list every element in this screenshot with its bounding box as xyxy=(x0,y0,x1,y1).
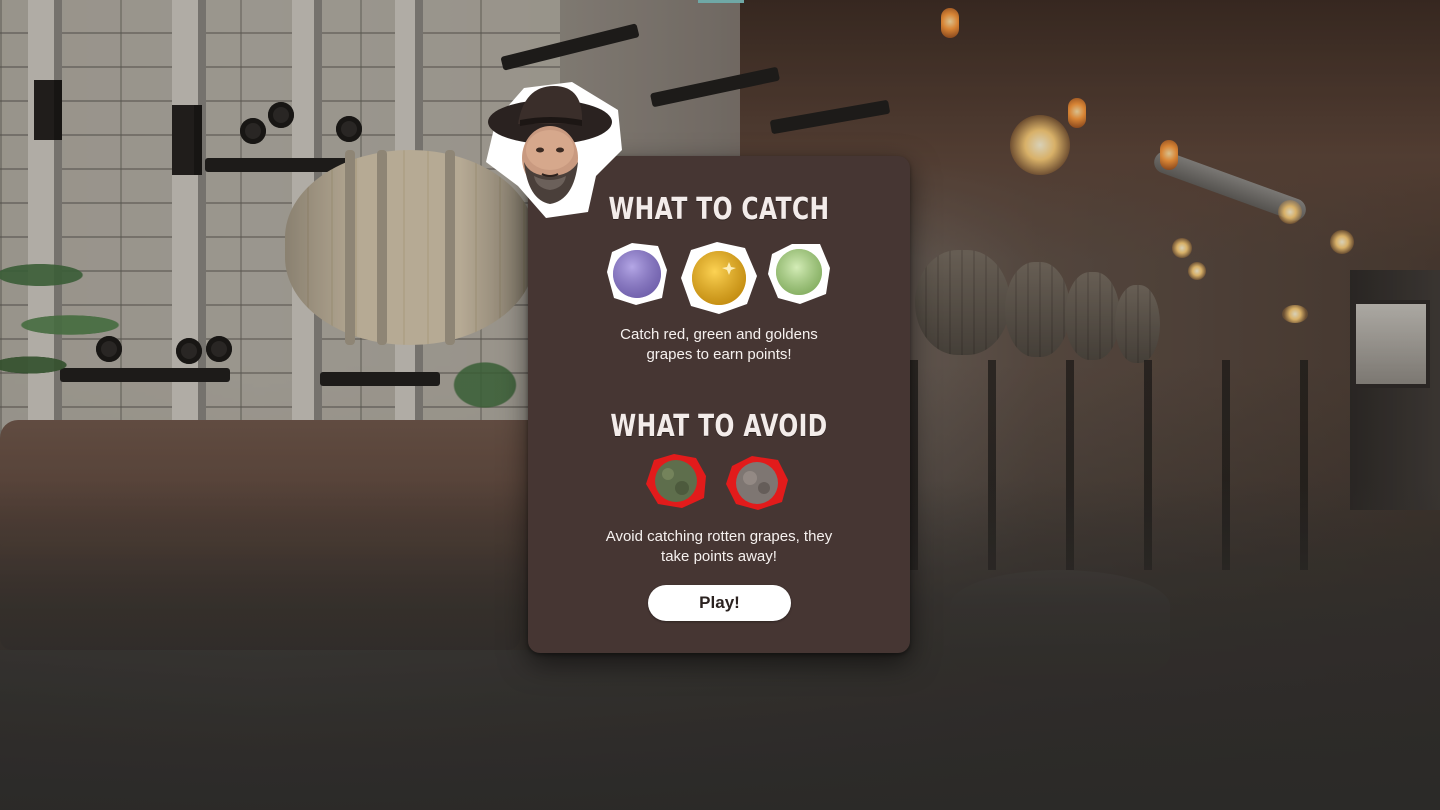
purple-grape-icon xyxy=(606,242,668,306)
rotten-grey-grape-icon xyxy=(726,456,788,510)
avoid-description: Avoid catching rotten grapes, they take … xyxy=(548,527,890,567)
catch-description-line: grapes to earn points! xyxy=(646,346,792,363)
avoid-title: WHAT TO AVOID xyxy=(610,409,828,444)
catch-description-line: Catch red, green and goldens xyxy=(620,326,818,343)
instructions-card: WHAT TO CATCH Catch red, green and golde… xyxy=(528,156,910,653)
green-grape-icon xyxy=(768,242,830,304)
golden-grape-icon xyxy=(681,242,757,314)
top-progress-strip xyxy=(698,0,744,3)
host-portrait-icon xyxy=(484,80,624,220)
rotten-green-grape-icon xyxy=(646,454,708,508)
catch-description: Catch red, green and goldens grapes to e… xyxy=(548,325,890,365)
avoid-description-line: take points away! xyxy=(661,548,777,565)
play-button[interactable]: Play! xyxy=(648,585,791,621)
avoid-description-line: Avoid catching rotten grapes, they xyxy=(605,528,833,545)
